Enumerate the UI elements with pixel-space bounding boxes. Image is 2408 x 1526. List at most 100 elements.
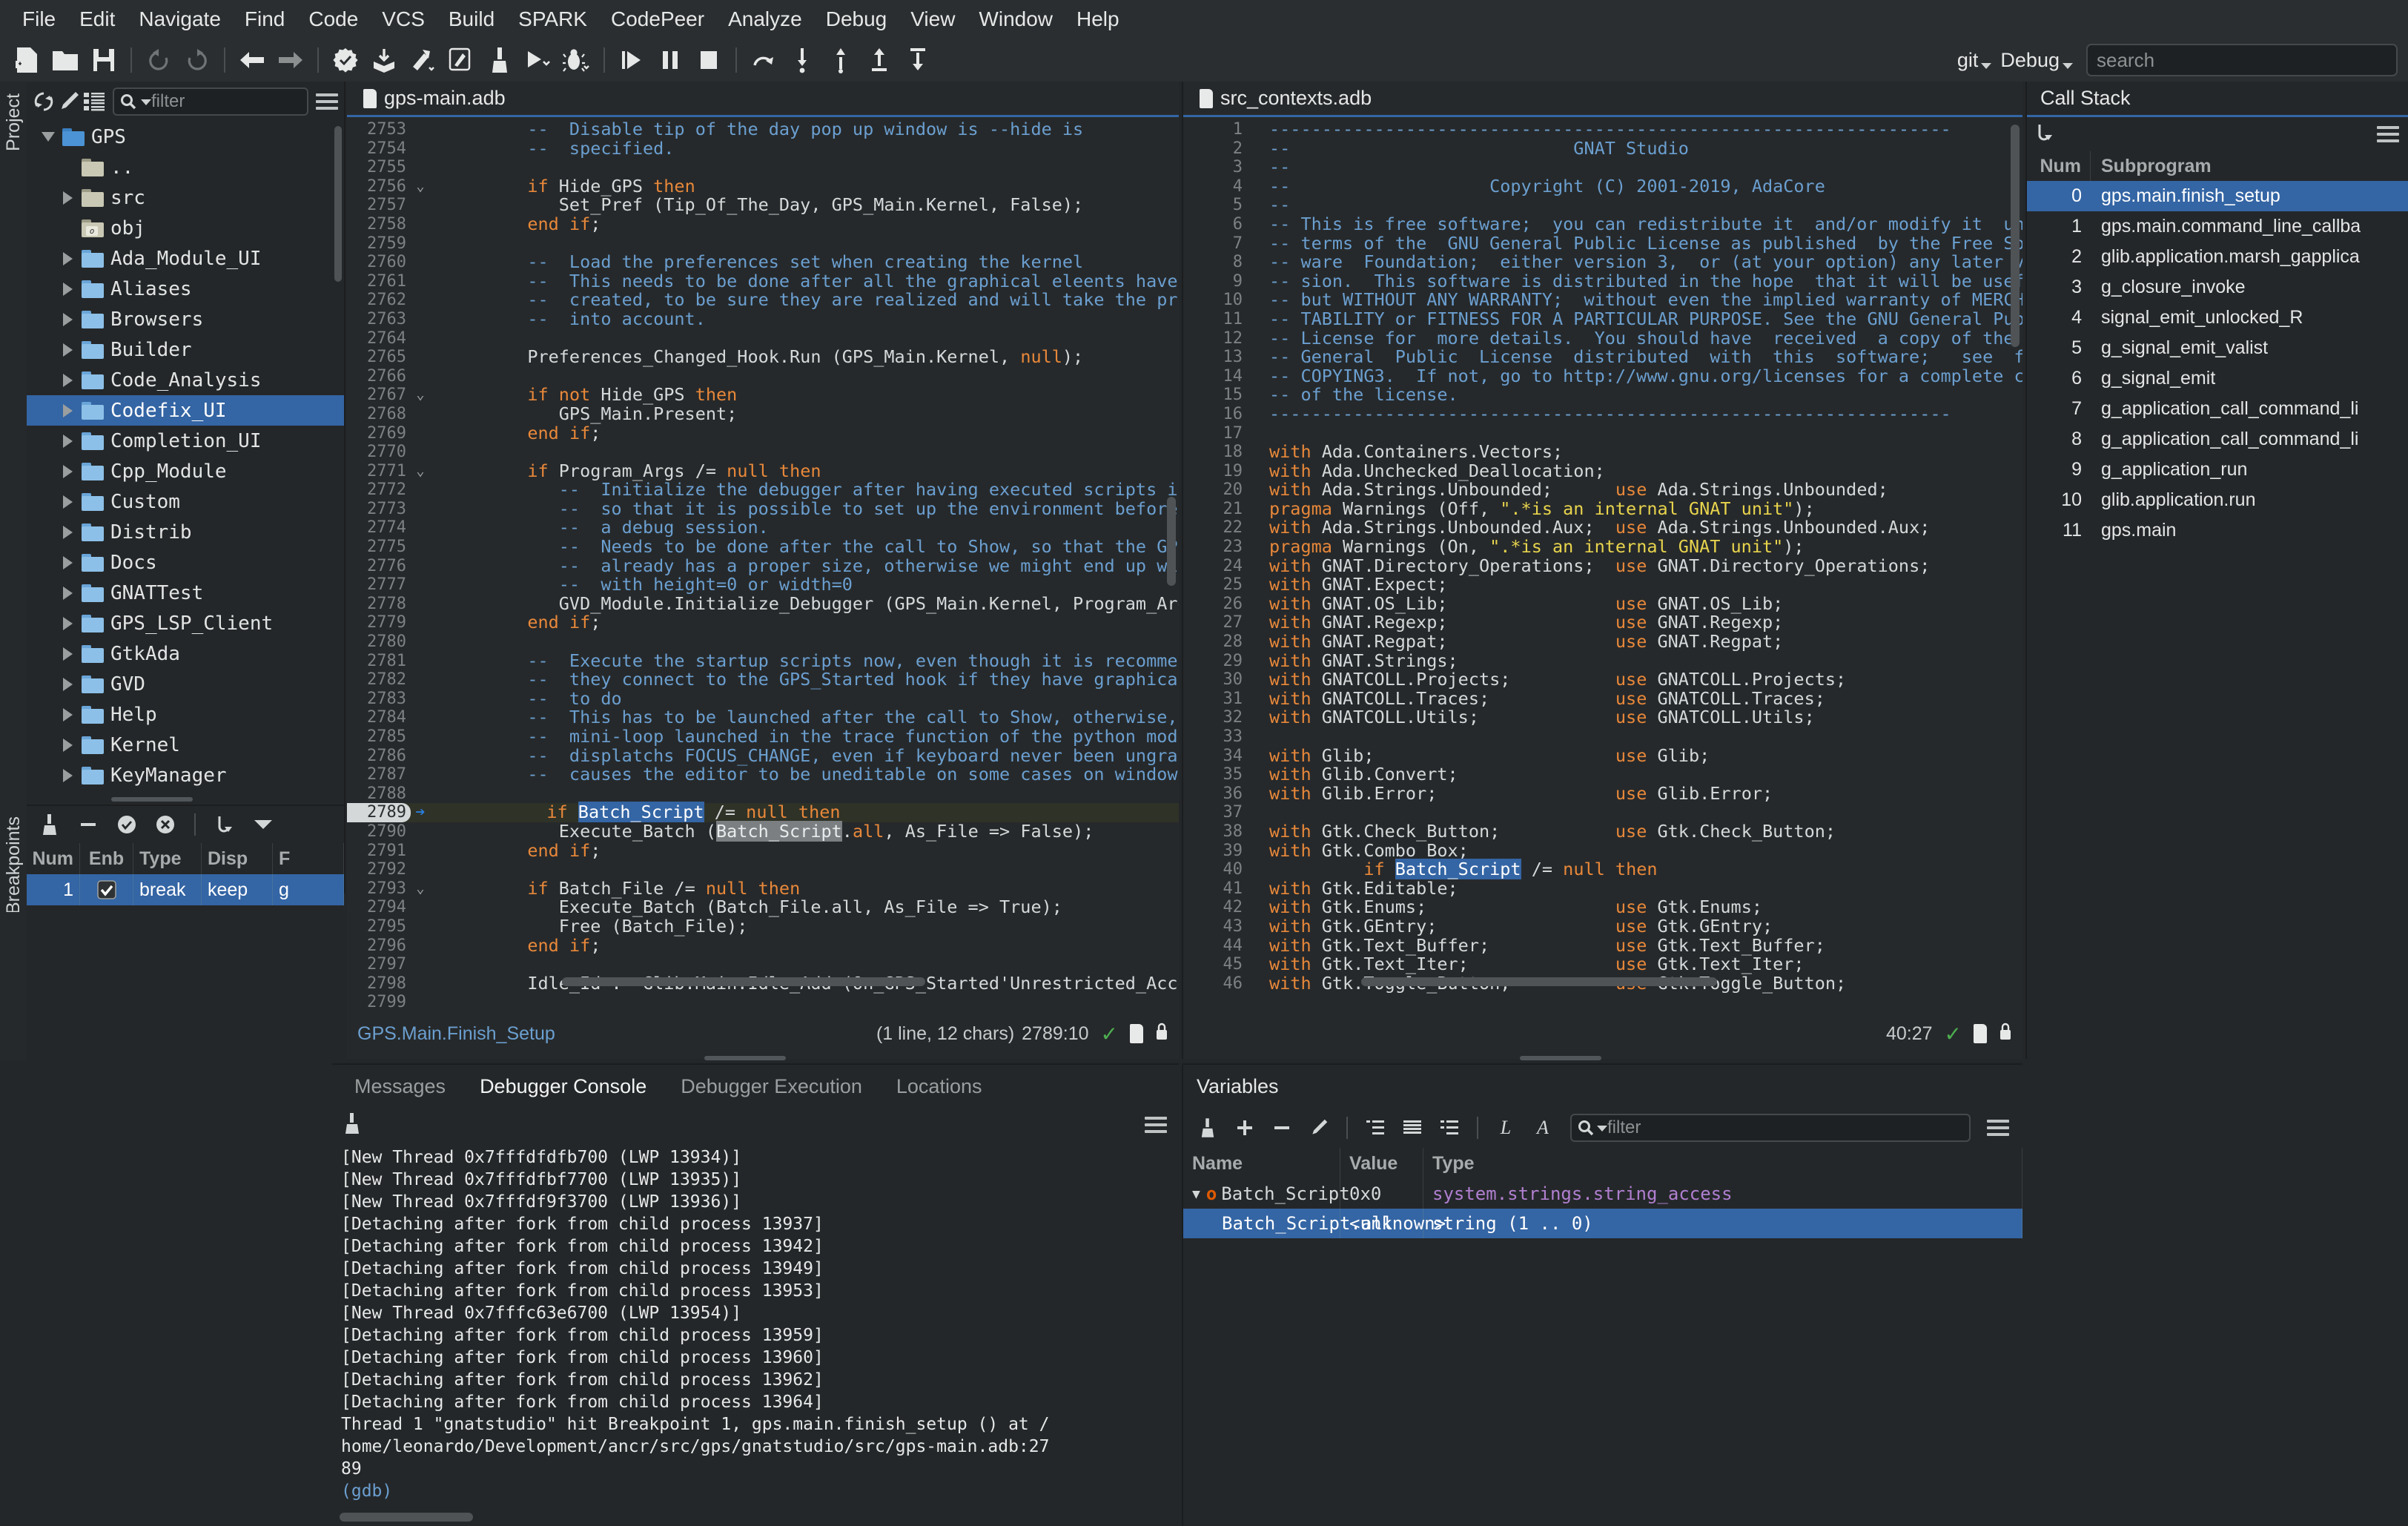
expander-collapsed-icon[interactable] [53,707,82,721]
menu-item-codepeer[interactable]: CodePeer [599,4,716,34]
code-line[interactable]: 2796 end if; [347,936,1179,956]
bp-enb-checkbox[interactable] [80,874,133,905]
line-number[interactable]: 39 [1183,842,1247,861]
code-line[interactable]: 45 with Gtk.Text_Iter; use Gtk.Text_Iter; [1183,954,2022,974]
expand-all-icon[interactable] [1397,1112,1428,1143]
remove-variable-icon[interactable] [1266,1112,1297,1143]
menu-item-vcs[interactable]: VCS [370,4,437,34]
console-scrollbar[interactable] [340,1513,473,1522]
code-line[interactable]: 41 with Gtk.Editable; [1183,879,2022,899]
call-stack-row[interactable]: 8 g_application_call_command_li [2027,424,2408,455]
code-line[interactable]: 2795 Free (Batch_File); [347,916,1179,937]
read-only-lock-icon[interactable] [1155,1022,1168,1046]
project-tree-item-keymanager[interactable]: KeyManager [27,760,344,790]
expander-expanded-icon[interactable]: ▼ [1192,1186,1200,1202]
code-line[interactable]: 11 -- TABILITY or FITNESS FOR A PARTICULA… [1183,309,2023,329]
line-number[interactable]: 9 [1183,272,1247,291]
console-menu-icon[interactable] [1145,1117,1167,1133]
git-scope-button[interactable]: git [1953,49,1997,72]
read-only-lock-icon[interactable] [1999,1022,2012,1046]
editor-right-code[interactable]: 1 ---------------------------------------… [1183,117,2022,1014]
code-line[interactable]: 43 with Gtk.GEntry; use Gtk.GEntry; [1183,916,2022,937]
editor-left-vscrollbar[interactable] [1167,497,1176,586]
debug-scope-button[interactable]: Debug [1996,49,2077,72]
redo-icon[interactable] [180,43,214,77]
down-frame-icon[interactable] [901,43,935,77]
debug-icon[interactable] [560,43,594,77]
menu-item-build[interactable]: Build [437,4,506,34]
code-line[interactable]: 2785 -- mini-loop launched in the trace … [347,727,1179,747]
line-number[interactable]: 2790 [347,822,411,842]
project-tree-item-gnattest[interactable]: GNATTest [27,578,344,608]
compile-icon[interactable] [367,43,401,77]
code-line[interactable]: 2775 -- Needs to be done after the call … [347,537,1179,557]
menu-item-help[interactable]: Help [1065,4,1131,34]
code-line[interactable]: 3 -- [1183,157,2022,177]
line-number[interactable]: 45 [1183,955,1247,974]
code-line[interactable]: 2754 -- specified. [347,139,1179,159]
code-line[interactable]: 2782 -- they connect to the GPS_Started … [347,670,1179,690]
project-tree-item-completion-ui[interactable]: Completion_UI [27,426,344,456]
line-number[interactable]: 2795 [347,917,411,937]
tab-call-stack[interactable]: Call Stack [2040,87,2131,110]
menu-item-window[interactable]: Window [967,4,1065,34]
code-line[interactable]: 36 with Glib.Error; use Glib.Error; [1183,784,2022,804]
expander-collapsed-icon[interactable] [53,282,82,296]
tab-messages[interactable]: Messages [341,1071,459,1103]
add-variable-icon[interactable] [1229,1112,1260,1143]
code-line[interactable]: 2791 end if; [347,841,1179,861]
line-number[interactable]: 2783 [347,690,411,709]
code-line[interactable]: 2764 [347,329,1179,349]
pane-splitter-grip[interactable] [704,1056,786,1060]
line-number[interactable]: 2753 [347,120,411,139]
code-line[interactable]: 14 -- COPYING3. If not, go to http://www.… [1183,366,2023,386]
line-number[interactable]: 2796 [347,937,411,956]
line-number[interactable]: 20 [1183,480,1247,500]
code-line[interactable]: 19 with Ada.Unchecked_Deallocation; [1183,461,2022,481]
project-tree-item-obj[interactable]: o obj [27,213,344,243]
editor-left-hscrollbar[interactable] [562,977,925,986]
code-line[interactable]: 2777 -- with height=0 or width=0 [347,575,1179,595]
project-tree-item-gps-lsp-client[interactable]: GPS_LSP_Client [27,608,344,638]
menu-item-spark[interactable]: SPARK [506,4,599,34]
line-number[interactable]: 37 [1183,803,1247,822]
code-line[interactable]: 2765 Preferences_Changed_Hook.Run (GPS_M… [347,347,1179,367]
tab-debugger-console[interactable]: Debugger Console [466,1071,660,1103]
menu-item-analyze[interactable]: Analyze [716,4,814,34]
expander-collapsed-icon[interactable] [53,555,82,569]
line-number[interactable]: 2780 [347,632,411,652]
variables-menu-icon[interactable] [1982,1112,2014,1143]
code-line[interactable]: 32 with GNATCOLL.Utils; use GNATCOLL.Util… [1183,708,2022,727]
code-line[interactable]: 38 with Gtk.Check_Button; use Gtk.Check_B… [1183,822,2022,842]
line-number[interactable]: 2767 [347,386,411,405]
project-tree-item--[interactable]: .. [27,152,344,182]
code-line[interactable]: 2758 end if; [347,214,1179,234]
code-line[interactable]: 13 -- General Public License distributed … [1183,347,2023,367]
project-tree-item-help[interactable]: Help [27,699,344,730]
call-stack-menu-icon[interactable] [2377,126,2399,142]
check-syntax-icon[interactable] [328,43,363,77]
build-icon[interactable] [406,43,440,77]
variables-filter-box[interactable] [1570,1114,1971,1142]
tab-debugger-execution[interactable]: Debugger Execution [667,1071,876,1103]
code-line[interactable]: 12 -- License for more details. You shoul… [1183,328,2022,349]
expander-collapsed-icon[interactable] [53,677,82,691]
line-number[interactable]: 17 [1183,424,1247,443]
code-line[interactable]: 2761 -- This needs to be done after all … [347,271,1179,291]
new-file-icon[interactable] [10,43,44,77]
code-line[interactable]: 5 -- [1183,196,2022,215]
code-line[interactable]: 2759 [347,234,1179,254]
project-menu-icon[interactable] [316,86,338,117]
line-number[interactable]: 35 [1183,765,1247,785]
goto-frame-icon[interactable] [2036,122,2054,147]
fold-toggle-icon[interactable]: ⌄ [411,462,430,481]
line-number[interactable]: 31 [1183,690,1247,709]
line-number[interactable]: 33 [1183,727,1247,747]
project-tree-item-codefix-ui[interactable]: Codefix_UI [27,395,344,426]
clean-icon[interactable] [483,43,517,77]
code-line[interactable]: 35 with Glib.Convert; [1183,764,2022,785]
arguments-icon[interactable]: A [1527,1112,1558,1143]
line-number[interactable]: 2768 [347,405,411,424]
menu-item-view[interactable]: View [899,4,967,34]
line-number[interactable]: 2788 [347,785,411,804]
